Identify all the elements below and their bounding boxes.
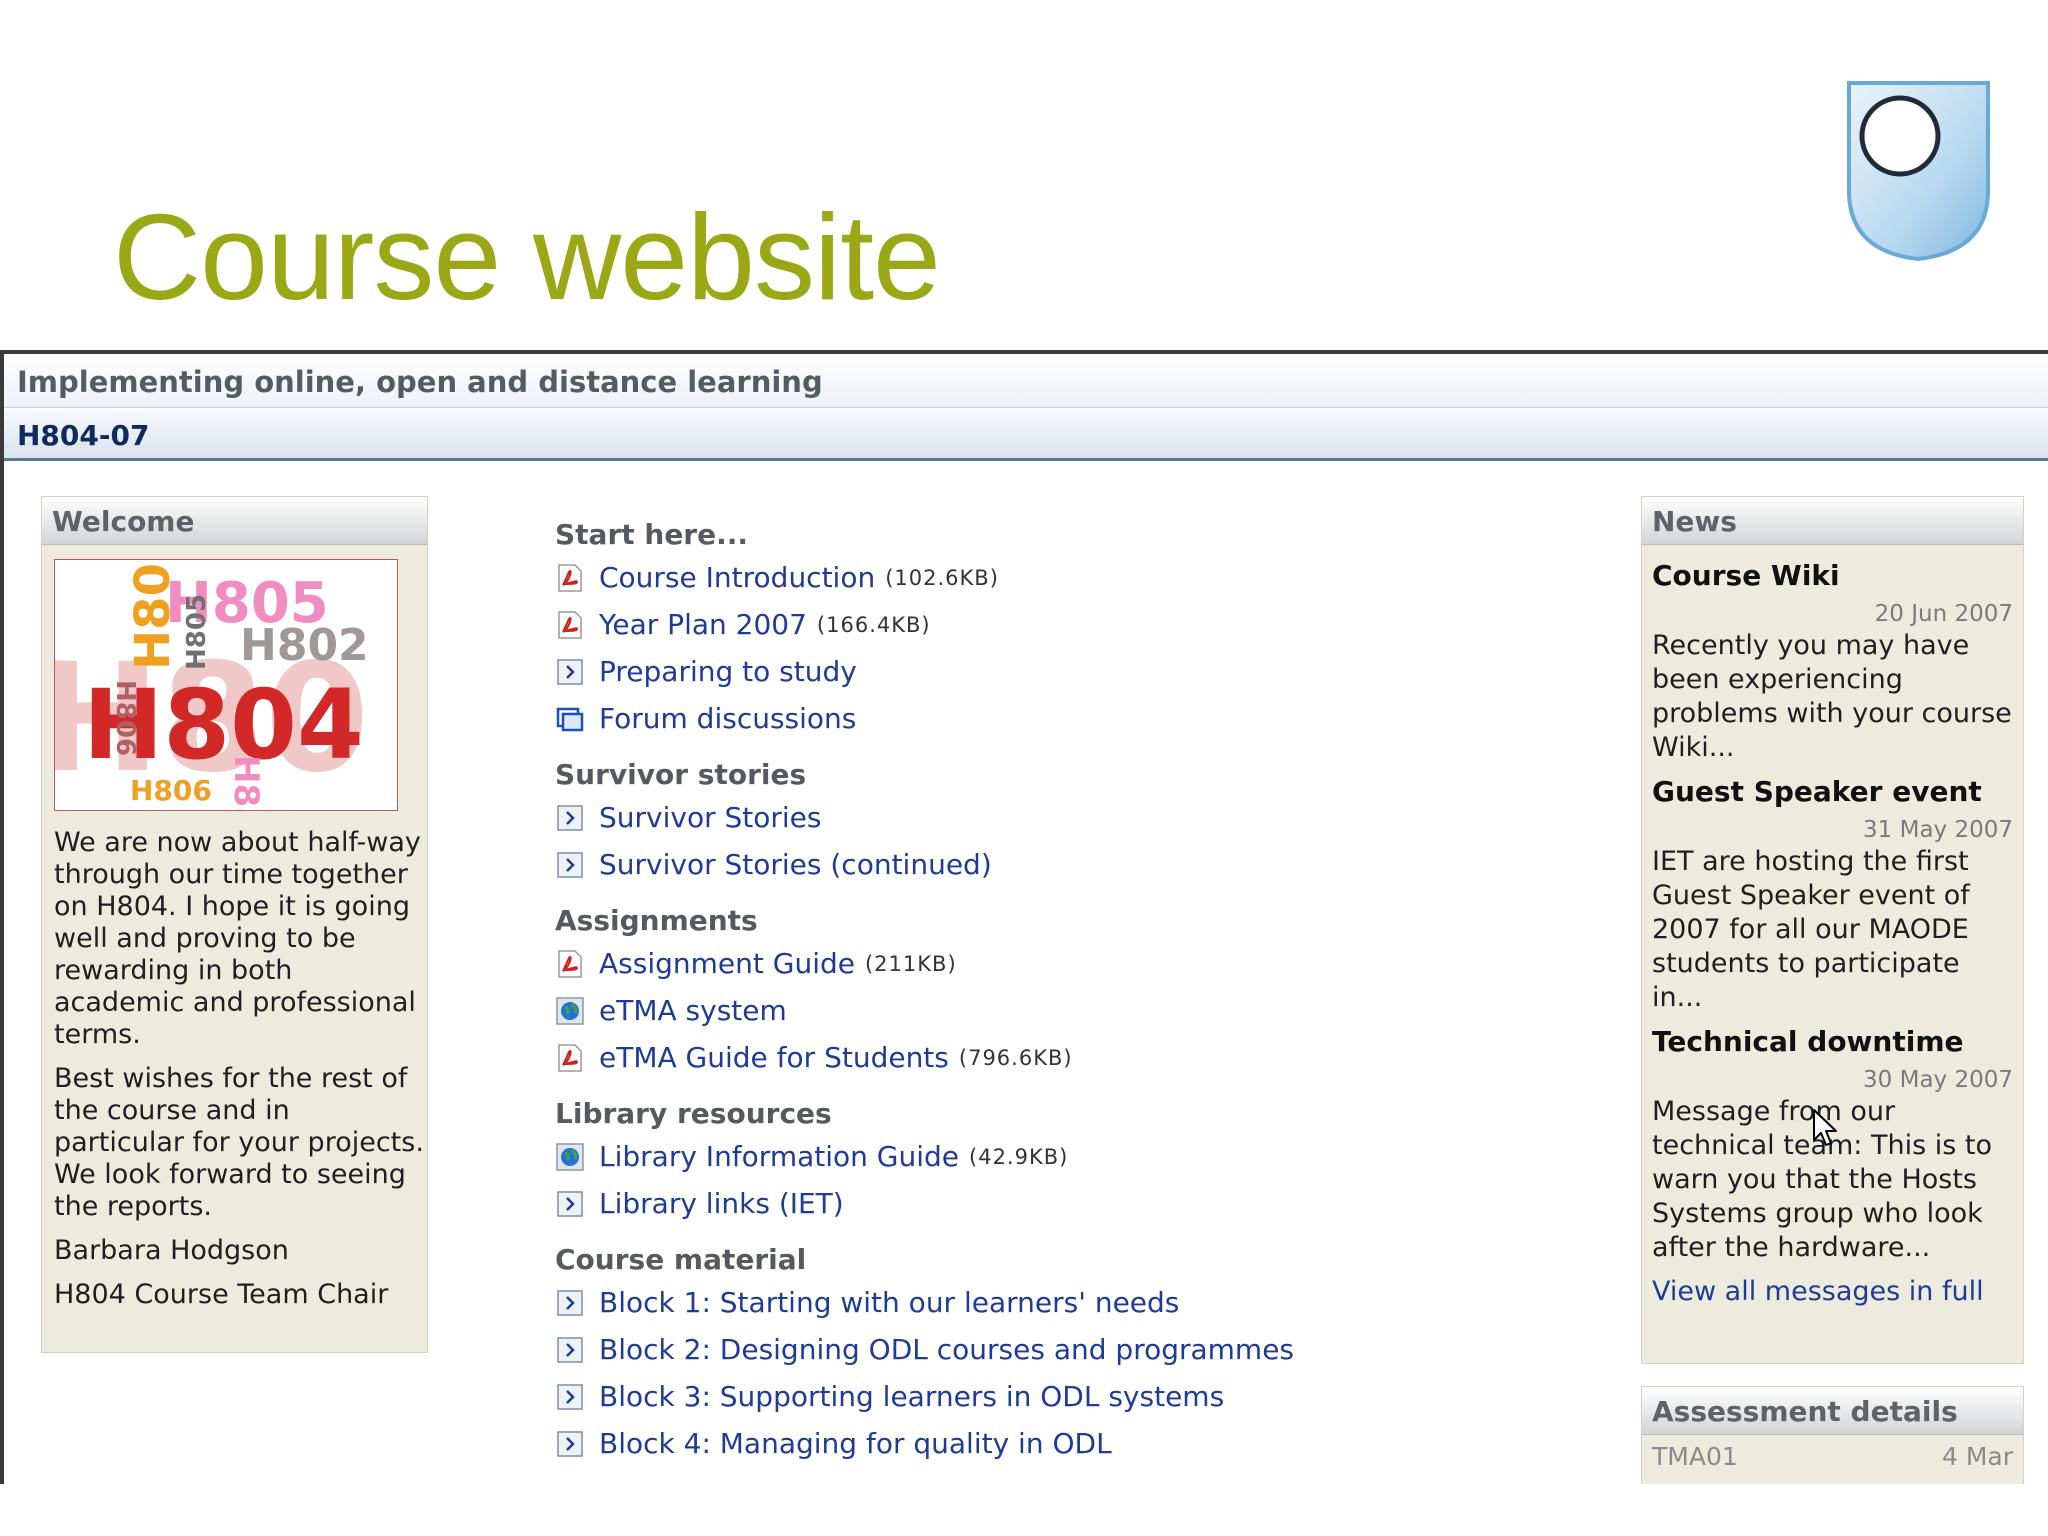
resource-link[interactable]: Survivor Stories (continued) xyxy=(555,841,1375,888)
resource-link[interactable]: eTMA Guide for Students (796.6KB) xyxy=(555,1034,1375,1081)
page-arrow-icon xyxy=(555,1335,585,1365)
resource-link-label[interactable]: Block 3: Supporting learners in ODL syst… xyxy=(599,1380,1224,1413)
course-code-word: H806 xyxy=(130,774,212,807)
open-university-shield-logo xyxy=(1847,81,1990,262)
welcome-heading: Welcome xyxy=(42,497,427,545)
resource-link[interactable]: Preparing to study xyxy=(555,648,1375,695)
resource-link[interactable]: Library links (IET) xyxy=(555,1180,1375,1227)
file-size: (211KB) xyxy=(864,951,957,976)
resource-link-label[interactable]: Assignment Guide xyxy=(599,947,855,980)
resource-link-label[interactable]: Course Introduction xyxy=(599,561,875,594)
news-item-date: 30 May 2007 xyxy=(1863,1067,2013,1093)
resource-link-label[interactable]: Block 2: Designing ODL courses and progr… xyxy=(599,1333,1294,1366)
resource-link[interactable]: Block 4: Managing for quality in ODL xyxy=(555,1420,1375,1467)
assessment-details-box: Assessment details TMA01 4 Mar xyxy=(1641,1386,2024,1484)
section-title-course-material: Course material xyxy=(555,1243,807,1276)
page-arrow-icon xyxy=(555,1288,585,1318)
browser-screenshot: Implementing online, open and distance l… xyxy=(0,350,2048,1484)
welcome-paragraph: Best wishes for the rest of the course a… xyxy=(54,1063,424,1222)
pdf-icon xyxy=(555,563,585,593)
welcome-box: Welcome H80 H805 H802 H804 H806 H80 H806… xyxy=(41,496,428,1353)
globe-icon xyxy=(555,996,585,1026)
welcome-signature-name: Barbara Hodgson xyxy=(54,1235,289,1266)
file-size: (102.6KB) xyxy=(885,565,999,590)
page-arrow-icon xyxy=(555,803,585,833)
pdf-icon xyxy=(555,610,585,640)
section-title-library-resources: Library resources xyxy=(555,1097,832,1130)
news-box: News Course Wiki 20 Jun 2007 Recently yo… xyxy=(1641,496,2024,1364)
resource-link[interactable]: Block 1: Starting with our learners' nee… xyxy=(555,1279,1375,1326)
assessment-name: TMA01 xyxy=(1652,1442,1738,1471)
section-title-survivor-stories: Survivor stories xyxy=(555,758,807,791)
resource-link[interactable]: eTMA system xyxy=(555,987,1375,1034)
page-arrow-icon xyxy=(555,850,585,880)
course-code-word: H802 xyxy=(240,620,369,671)
assessment-heading: Assessment details xyxy=(1642,1387,2023,1435)
resource-link-label[interactable]: Survivor Stories xyxy=(599,801,821,834)
resource-link-label[interactable]: eTMA Guide for Students xyxy=(599,1041,949,1074)
news-item-excerpt: Recently you may have been experiencing … xyxy=(1652,630,2012,763)
news-item-excerpt: IET are hosting the first Guest Speaker … xyxy=(1652,846,1970,1013)
news-item-title[interactable]: Guest Speaker event xyxy=(1652,775,2013,809)
news-item-date: 20 Jun 2007 xyxy=(1874,601,2013,627)
resource-link-label[interactable]: Block 1: Starting with our learners' nee… xyxy=(599,1286,1179,1319)
resource-link-label[interactable]: Block 4: Managing for quality in ODL xyxy=(599,1427,1112,1460)
resource-link[interactable]: Assignment Guide (211KB) xyxy=(555,940,1375,987)
resource-link[interactable]: Year Plan 2007 (166.4KB) xyxy=(555,601,1375,648)
pdf-icon xyxy=(555,949,585,979)
course-resources: Start here... Course Introduction (102.6… xyxy=(555,516,1375,1467)
site-title-bar: Implementing online, open and distance l… xyxy=(4,354,2048,408)
file-size: (796.6KB) xyxy=(958,1045,1073,1070)
file-size: (166.4KB) xyxy=(816,612,931,637)
course-code-word: H85 xyxy=(226,755,266,811)
section-title-assignments: Assignments xyxy=(555,904,758,937)
assessment-date: 4 Mar xyxy=(1941,1442,2013,1471)
view-all-messages-link[interactable]: View all messages in full xyxy=(1652,1275,2013,1309)
page-arrow-icon xyxy=(555,1429,585,1459)
welcome-paragraph: We are now about half-way through our ti… xyxy=(54,827,421,1050)
news-item-title[interactable]: Technical downtime xyxy=(1652,1025,2013,1059)
resource-link[interactable]: Block 2: Designing ODL courses and progr… xyxy=(555,1326,1375,1373)
globe-icon xyxy=(555,1142,585,1172)
pdf-icon xyxy=(555,1043,585,1073)
resource-link-label[interactable]: Library links (IET) xyxy=(599,1187,844,1220)
forum-icon xyxy=(555,704,585,734)
course-code-word: H806 xyxy=(110,680,140,756)
resource-link-label[interactable]: Preparing to study xyxy=(599,655,857,688)
section-title-start-here: Start here... xyxy=(555,518,749,551)
resource-link[interactable]: Block 3: Supporting learners in ODL syst… xyxy=(555,1373,1375,1420)
resource-link[interactable]: Survivor Stories xyxy=(555,794,1375,841)
course-codes-image: H80 H805 H802 H804 H806 H80 H806 H805 H8… xyxy=(54,559,398,811)
page-arrow-icon xyxy=(555,1382,585,1412)
resource-link-label[interactable]: Year Plan 2007 xyxy=(599,608,807,641)
file-size: (42.9KB) xyxy=(969,1144,1069,1169)
resource-link[interactable]: Forum discussions xyxy=(555,695,1375,742)
course-code-word: H805 xyxy=(182,594,212,670)
resource-link[interactable]: Library Information Guide (42.9KB) xyxy=(555,1133,1375,1180)
news-heading: News xyxy=(1642,497,2023,545)
news-item-date: 31 May 2007 xyxy=(1863,817,2013,843)
site-title: Implementing online, open and distance l… xyxy=(17,365,823,399)
mouse-cursor-icon xyxy=(1813,1109,1837,1146)
page-arrow-icon xyxy=(555,1189,585,1219)
resource-link-label[interactable]: Forum discussions xyxy=(599,702,856,735)
welcome-signature-role: H804 Course Team Chair xyxy=(54,1279,389,1310)
course-code-word: H80 xyxy=(125,563,181,670)
page-arrow-icon xyxy=(555,657,585,687)
course-code-bar: H804-07 xyxy=(4,409,2048,461)
resource-link[interactable]: Course Introduction (102.6KB) xyxy=(555,554,1375,601)
resource-link-label[interactable]: Library Information Guide xyxy=(599,1140,959,1173)
welcome-message: We are now about half-way through our ti… xyxy=(54,827,424,1323)
news-item-title[interactable]: Course Wiki xyxy=(1652,559,2013,593)
course-code[interactable]: H804-07 xyxy=(17,419,149,452)
resource-link-label[interactable]: Survivor Stories (continued) xyxy=(599,848,992,881)
slide-title: Course website xyxy=(113,189,941,325)
assessment-row[interactable]: TMA01 4 Mar xyxy=(1642,1435,2023,1478)
resource-link-label[interactable]: eTMA system xyxy=(599,994,787,1027)
